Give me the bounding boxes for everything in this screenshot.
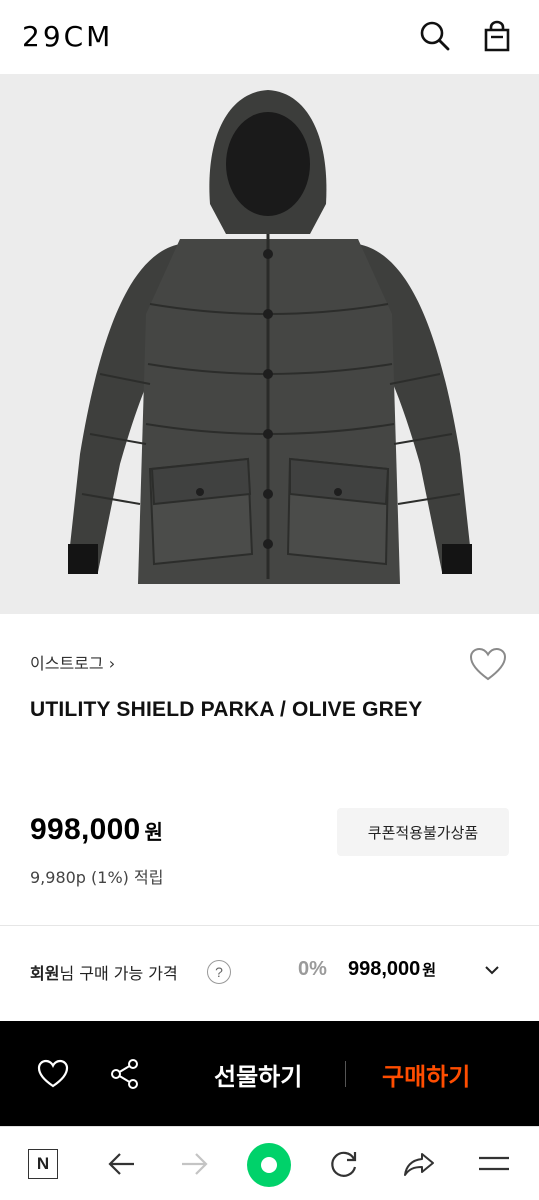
forward-arrow-icon[interactable] [178,1147,212,1181]
member-price-label: 회원님 구매 가능 가격 [30,960,178,984]
search-icon[interactable] [417,18,453,54]
n-home-icon[interactable]: N [28,1149,58,1179]
top-header: 29CM [0,0,539,74]
member-discount: 0% [298,958,327,980]
divider [0,925,539,926]
chevron-down-icon[interactable] [482,960,502,980]
share-arrow-icon[interactable] [402,1147,436,1181]
green-circle-icon[interactable] [246,1142,292,1188]
reward-points: 9,980p (1%) 적립 [30,868,164,887]
back-arrow-icon[interactable] [104,1147,138,1181]
logo[interactable]: 29CM [22,20,113,54]
member-price-row[interactable]: 회원님 구매 가능 가격 ? 0% 998,000 원 [30,958,510,986]
coupon-badge: 쿠폰적용불가상품 [337,808,509,856]
member-price-value: 998,000 [348,958,421,980]
brand-link[interactable]: 이스트로그 › [30,650,115,674]
brand-name: 이스트로그 [30,654,104,673]
shopping-bag-icon[interactable] [479,18,515,54]
member-label-bold: 회원 [30,964,60,983]
buy-button[interactable]: 구매하기 [382,1057,470,1092]
help-icon[interactable]: ? [207,960,231,984]
member-price: 998,000 원 [348,958,436,981]
product-title: UTILITY SHIELD PARKA / OLIVE GREY [30,698,423,721]
price-unit: 원 [144,822,164,844]
wishlist-heart-icon[interactable] [468,645,508,685]
share-icon[interactable] [108,1057,142,1091]
gift-button[interactable]: 선물하기 [214,1057,302,1092]
browser-navbar: N [0,1126,539,1200]
purchase-bar: 선물하기 구매하기 [0,1021,539,1126]
member-label-rest: 님 구매 가능 가격 [59,964,178,983]
price-value: 998,000 [30,813,141,846]
product-price: 998,000 원 [30,813,163,847]
menu-icon[interactable] [477,1147,511,1181]
refresh-icon[interactable] [327,1147,361,1181]
product-image[interactable] [0,74,539,614]
heart-icon[interactable] [36,1057,70,1091]
separator [345,1061,346,1087]
member-price-unit: 원 [422,962,437,979]
parka-illustration [68,90,472,584]
chevron-right-icon: › [108,654,116,673]
